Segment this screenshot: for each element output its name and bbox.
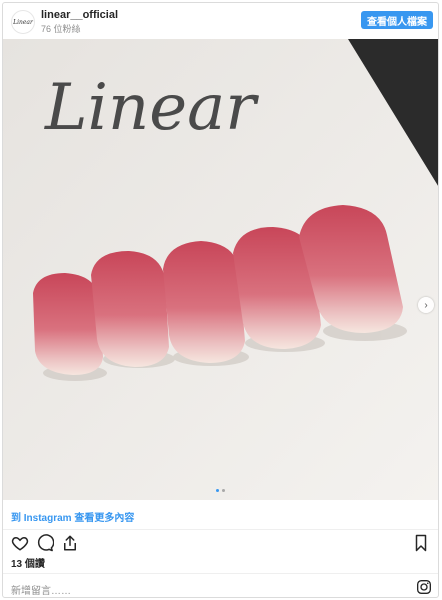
nail-3 xyxy=(163,241,245,363)
add-comment-input[interactable]: 新增留言…… xyxy=(11,582,71,597)
view-more-on-instagram-link[interactable]: 到 Instagram 查看更多內容 xyxy=(3,500,438,530)
share-icon[interactable] xyxy=(61,534,79,552)
heart-icon[interactable] xyxy=(11,534,29,552)
photo-logo: Linear xyxy=(44,71,259,145)
post-photo[interactable]: Linear › xyxy=(3,39,438,500)
comment-bar: 新增留言…… xyxy=(3,573,438,597)
instagram-embed-card: Linear linear__official 76 位粉絲 查看個人檔案 Li… xyxy=(2,2,439,598)
carousel-dot xyxy=(222,489,225,492)
action-bar xyxy=(3,531,438,555)
comment-icon[interactable] xyxy=(36,534,54,552)
carousel-next-button[interactable]: › xyxy=(418,297,434,313)
bookmark-icon[interactable] xyxy=(412,534,430,552)
username-link[interactable]: linear__official xyxy=(41,9,118,21)
view-profile-button[interactable]: 查看個人檔案 xyxy=(361,11,433,29)
post-header: Linear linear__official 76 位粉絲 查看個人檔案 xyxy=(3,3,438,39)
nail-photo-illustration: Linear xyxy=(3,39,438,500)
chevron-right-icon: › xyxy=(424,299,428,311)
carousel-dots xyxy=(3,489,438,492)
carousel-dot-active xyxy=(216,489,219,492)
nail-2 xyxy=(91,251,169,367)
follower-count: 76 位粉絲 xyxy=(41,24,81,34)
avatar-logo-text: Linear xyxy=(13,18,33,26)
like-count[interactable]: 13 個讚 xyxy=(11,555,45,570)
instagram-icon[interactable] xyxy=(416,579,432,595)
avatar[interactable]: Linear xyxy=(11,10,35,34)
